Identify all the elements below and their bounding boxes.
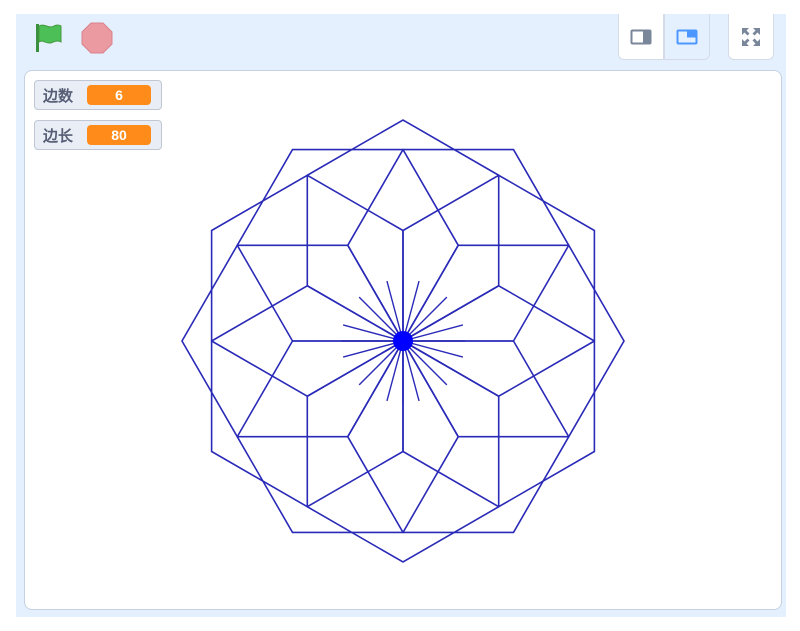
fullscreen-button[interactable] [728,14,774,60]
variable-monitor-side-length: 边长 80 [34,120,163,150]
center-dot [393,331,413,351]
polygon-rosette-drawing [181,119,625,563]
small-stage-icon [630,29,652,44]
variable-monitor-sides: 边数 6 [34,80,163,110]
stage-panel: 边数 6 边长 80 [16,14,786,617]
stage-toolbar [16,14,786,70]
monitor-value: 80 [87,125,152,145]
fullscreen-icon [742,27,760,46]
large-stage-icon [676,29,698,44]
stage-canvas[interactable]: 边数 6 边长 80 [24,70,782,610]
small-stage-button[interactable] [618,14,664,60]
monitor-value: 6 [87,85,152,105]
monitor-label: 边数 [43,87,74,105]
large-stage-button[interactable] [664,14,710,60]
green-flag-icon[interactable] [30,20,66,56]
monitor-label: 边长 [43,127,74,145]
stop-sign-icon[interactable] [80,21,114,55]
